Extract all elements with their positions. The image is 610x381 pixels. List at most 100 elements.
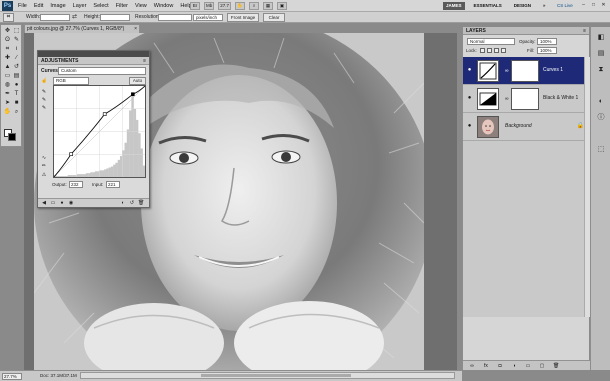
view-previous-icon[interactable]: ◐ [120, 200, 126, 206]
auto-button[interactable]: Auto [129, 77, 146, 85]
opacity-field[interactable]: 100% [537, 38, 557, 45]
curve-control-point[interactable] [102, 112, 107, 116]
hand-tool-icon[interactable]: ✋ [235, 2, 246, 10]
screen-mode-icon[interactable]: ▣ [277, 2, 288, 10]
status-zoom-field[interactable]: 27.7% [2, 373, 22, 380]
menu-filter[interactable]: Filter [116, 3, 128, 9]
type-tool-icon[interactable]: T [12, 90, 21, 98]
curves-graph[interactable] [53, 85, 146, 178]
close-document-icon[interactable]: × [134, 25, 137, 33]
quick-select-tool-icon[interactable]: ✎ [12, 36, 21, 44]
hand-tool-icon[interactable]: ✋ [3, 108, 12, 116]
visibility-eye-icon[interactable]: ● [466, 67, 473, 74]
input-field[interactable]: 221 [106, 181, 120, 188]
crop-tool-icon[interactable]: ⌗ [3, 45, 12, 53]
on-image-adjust-icon[interactable]: ☝ [41, 78, 47, 84]
layer-name[interactable]: Black & White 1 [543, 95, 578, 101]
horizontal-scrollbar[interactable] [80, 372, 455, 379]
clip-to-layer-icon[interactable]: ● [59, 200, 65, 206]
bridge-icon[interactable]: Br [190, 2, 200, 10]
blur-tool-icon[interactable]: ◍ [3, 81, 12, 89]
path-select-tool-icon[interactable]: ➤ [3, 99, 12, 107]
toggle-visibility-icon[interactable]: ◉ [68, 200, 74, 206]
new-group-icon[interactable]: ▭ [525, 363, 531, 369]
history-brush-tool-icon[interactable]: ↺ [12, 63, 21, 71]
lock-pixels-icon[interactable] [487, 48, 492, 53]
menu-file[interactable]: File [18, 3, 27, 9]
shape-tool-icon[interactable]: ■ [12, 99, 21, 107]
gradient-tool-icon[interactable]: ▤ [12, 72, 21, 80]
layers-icon[interactable]: ◧ [596, 33, 606, 42]
layer-row-curves[interactable]: ● ∞ Curves 1 [463, 57, 590, 85]
menu-image[interactable]: Image [50, 3, 65, 9]
eraser-tool-icon[interactable]: ▭ [3, 72, 12, 80]
cs-live-button[interactable]: CS Live [555, 2, 575, 10]
link-layers-icon[interactable]: ∞ [469, 363, 475, 369]
expanded-view-icon[interactable]: ▭ [50, 200, 56, 206]
swap-dimensions-icon[interactable]: ⇄ [72, 14, 77, 20]
info-icon[interactable]: ⓘ [596, 113, 606, 122]
mask-link-icon[interactable]: ∞ [505, 96, 509, 102]
move-tool-icon[interactable]: ✥ [3, 27, 12, 35]
pen-tool-icon[interactable]: ✒ [3, 90, 12, 98]
fx-icon[interactable]: fx [483, 363, 489, 369]
mask-link-icon[interactable]: ∞ [505, 68, 509, 74]
layer-row-black-white[interactable]: ● ∞ Black & White 1 [463, 85, 590, 113]
new-layer-icon[interactable]: ▢ [539, 363, 545, 369]
width-field[interactable] [40, 14, 70, 21]
adjustments-tab[interactable]: ADJUSTMENTS ≡ [38, 57, 149, 65]
lock-all-icon[interactable] [501, 48, 506, 53]
arrange-documents-icon[interactable]: ▦ [263, 2, 274, 10]
clipping-warning-icon[interactable]: ⚠ [41, 172, 47, 178]
height-field[interactable] [100, 14, 130, 21]
output-field[interactable]: 232 [69, 181, 83, 188]
lasso-tool-icon[interactable]: ʘ [3, 36, 12, 44]
channel-select[interactable]: RGB [53, 77, 89, 85]
document-tab[interactable]: pit colours.jpg @ 27.7% (Curves 1, RGB/8… [24, 24, 140, 33]
add-mask-icon[interactable]: ◘ [497, 363, 503, 369]
background-color-swatch[interactable] [8, 133, 16, 141]
curve-control-point[interactable] [131, 92, 135, 97]
zoom-tool-icon[interactable]: ⌕ [249, 2, 260, 10]
document-size-info[interactable]: Doc: 37.1M/37.1M [40, 373, 77, 378]
dodge-tool-icon[interactable]: ● [12, 81, 21, 89]
adjustments-icon[interactable]: ◐ [596, 97, 606, 106]
clear-button[interactable]: Clear [263, 13, 285, 22]
black-white-mask-thumbnail[interactable] [511, 88, 539, 110]
layer-name[interactable]: Curves 1 [543, 67, 563, 73]
return-to-list-icon[interactable]: ◀ [41, 200, 47, 206]
minimize-icon[interactable]: – [580, 2, 587, 9]
maximize-icon[interactable]: □ [590, 2, 597, 9]
visibility-eye-icon[interactable]: ● [466, 95, 473, 102]
lock-position-icon[interactable] [494, 48, 499, 53]
gray-point-eyedropper-icon[interactable]: ✎ [41, 97, 47, 103]
visibility-eye-icon[interactable]: ● [466, 123, 473, 130]
scrollbar-thumb[interactable] [201, 374, 351, 377]
curve-point-mode-icon[interactable]: ∿ [41, 155, 47, 161]
healing-tool-icon[interactable]: ✚ [3, 54, 12, 62]
crop-tool-preset-icon[interactable]: ⌗ [3, 13, 14, 22]
white-point-eyedropper-icon[interactable]: ✎ [41, 105, 47, 111]
fill-field[interactable]: 100% [537, 47, 557, 54]
channels-icon[interactable]: ▤ [596, 49, 606, 58]
front-image-button[interactable]: Front Image [227, 13, 259, 22]
lock-transparency-icon[interactable] [480, 48, 485, 53]
menu-select[interactable]: Select [93, 3, 108, 9]
black-point-eyedropper-icon[interactable]: ✎ [41, 89, 47, 95]
navigator-icon[interactable]: ⬚ [596, 145, 606, 154]
layer-name[interactable]: Background [505, 123, 532, 129]
layer-row-background[interactable]: ● Background 🔒 [463, 113, 590, 141]
zoom-level-select[interactable]: 27.7 [218, 2, 232, 10]
trash-icon[interactable]: 🗑 [553, 363, 559, 369]
panel-menu-icon[interactable]: ≡ [143, 57, 146, 65]
menu-layer[interactable]: Layer [73, 3, 87, 9]
curves-graph-svg[interactable] [53, 85, 146, 178]
stamp-tool-icon[interactable]: ▲ [3, 63, 12, 71]
brush-tool-icon[interactable]: ∕ [12, 54, 21, 62]
close-icon[interactable]: ✕ [600, 2, 607, 9]
menu-view[interactable]: View [135, 3, 147, 9]
menu-edit[interactable]: Edit [34, 3, 43, 9]
layers-menu-icon[interactable]: ≡ [583, 27, 586, 35]
curves-mask-thumbnail[interactable] [511, 60, 539, 82]
workspace-james[interactable]: JAMES [443, 2, 465, 10]
